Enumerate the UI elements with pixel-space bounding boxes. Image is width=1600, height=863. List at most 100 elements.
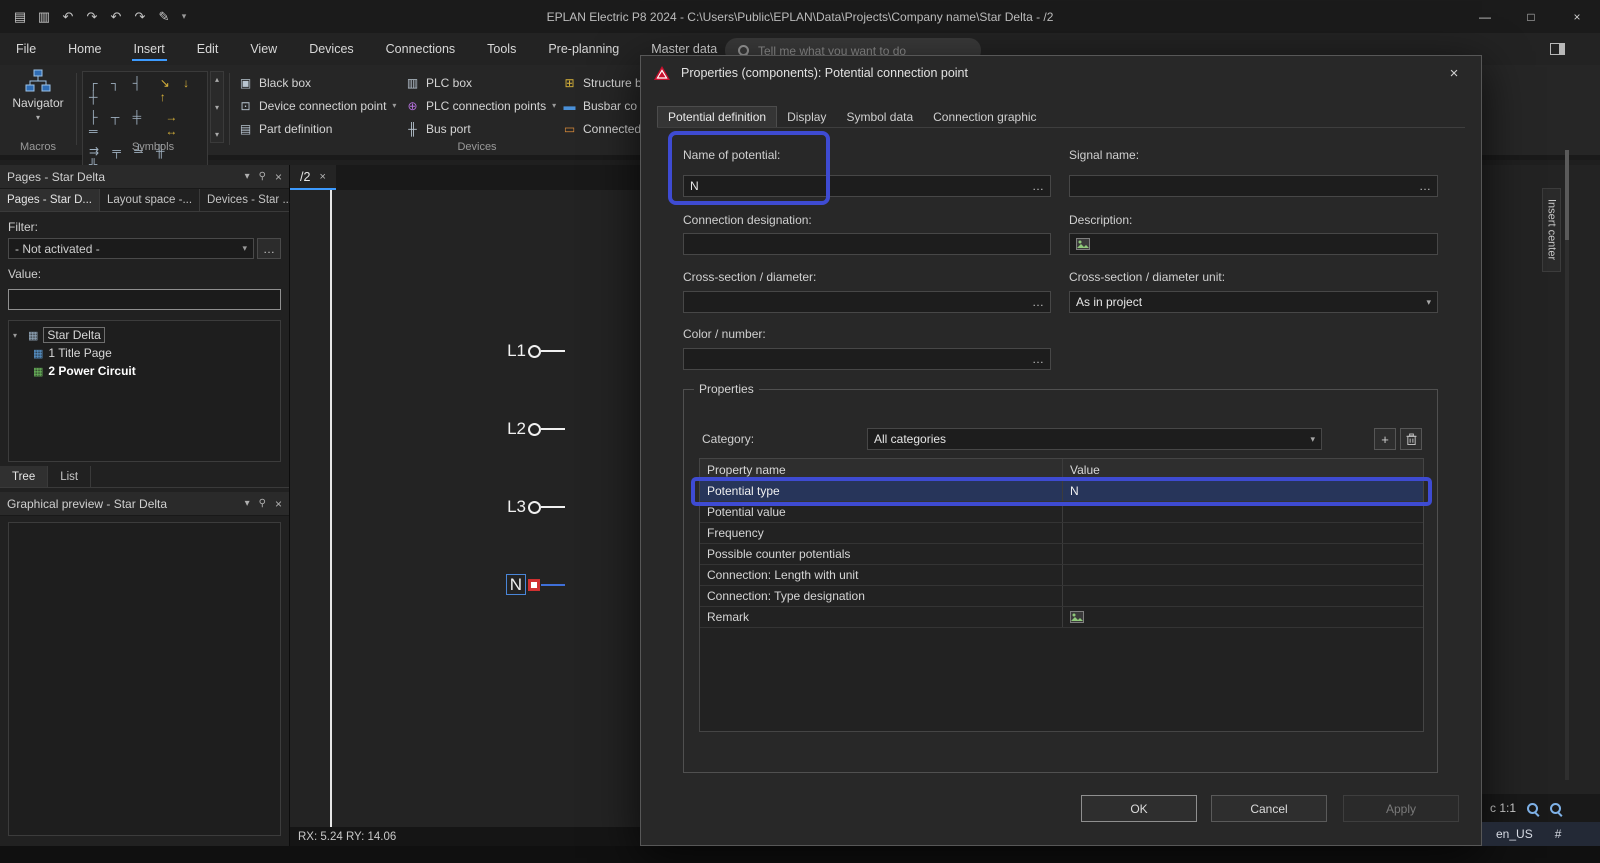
plc-box-button[interactable]: ▥ PLC box <box>405 73 556 92</box>
filter-select[interactable]: - Not activated - ▾ <box>8 238 254 259</box>
tab-edit[interactable]: Edit <box>181 33 235 65</box>
cancel-button[interactable]: Cancel <box>1211 795 1327 822</box>
tab-symbol-data[interactable]: Symbol data <box>836 106 923 127</box>
connection-designation-input[interactable] <box>690 237 1044 251</box>
tab-close-icon[interactable]: × <box>319 171 325 183</box>
tab-layout-space[interactable]: Layout space -... <box>100 189 201 211</box>
browse-icon[interactable]: … <box>1032 179 1044 193</box>
category-dropdown[interactable]: All categories ▾ <box>867 428 1322 450</box>
pin-icon[interactable]: ⚲ <box>259 498 266 509</box>
edit-macro-icon[interactable]: ✎ <box>154 6 174 28</box>
scroll-up-icon[interactable]: ▴ <box>215 75 219 84</box>
browse-icon[interactable]: … <box>1032 352 1044 366</box>
bus-port-button[interactable]: ╫ Bus port <box>405 119 556 138</box>
dialog-titlebar[interactable]: Properties (components): Potential conne… <box>641 56 1481 90</box>
browse-icon[interactable]: … <box>1419 179 1431 193</box>
tab-connections[interactable]: Connections <box>370 33 472 65</box>
property-value-cell[interactable] <box>1063 607 1423 627</box>
tab-devices-tree[interactable]: Devices - Star ... <box>200 189 301 211</box>
insert-center-tab[interactable]: Insert center <box>1542 188 1561 272</box>
tab-connection-graphic[interactable]: Connection graphic <box>923 106 1046 127</box>
delete-property-button[interactable] <box>1400 428 1422 450</box>
pages-tree[interactable]: ▾ ▦ Star Delta ▦ 1 Title Page ▦ 2 Power … <box>8 320 281 462</box>
language-indicator[interactable]: en_US <box>1496 827 1533 841</box>
symbol-gallery[interactable]: ┌ ┐ ┤ ┼↘ ↓ ↑ ├ ┬ ╪ ═→ ↔ ⇉ ╤ ╧ ╫ ╬ <box>82 71 208 177</box>
tab-pages[interactable]: Pages - Star D... <box>0 189 101 211</box>
property-value-cell[interactable]: N <box>1063 481 1423 501</box>
cross-section-input[interactable] <box>690 295 1027 309</box>
panel-toggle-button[interactable] <box>1548 41 1566 57</box>
tab-insert[interactable]: Insert <box>118 33 181 65</box>
tab-list[interactable]: List <box>48 466 92 487</box>
color-number-field[interactable]: … <box>683 348 1051 370</box>
table-row-possible-counter-potentials[interactable]: Possible counter potentials <box>700 544 1423 565</box>
maximize-button[interactable]: □ <box>1508 0 1554 33</box>
panel-close-icon[interactable]: × <box>275 497 282 511</box>
zoom-search-icon[interactable] <box>1549 802 1562 815</box>
minimize-button[interactable]: — <box>1462 0 1508 33</box>
navigator-button[interactable]: Navigator ▾ <box>6 69 70 122</box>
tree-node-power-circuit[interactable]: ▦ 2 Power Circuit <box>13 362 276 380</box>
potential-N-selected[interactable]: N <box>490 574 565 595</box>
qat-customize-caret-icon[interactable]: ▾ <box>178 6 190 28</box>
tab-display[interactable]: Display <box>777 106 836 127</box>
undo-list-icon[interactable]: ↶ <box>106 6 126 28</box>
filter-browse-button[interactable]: … <box>257 238 281 259</box>
scrollbar-thumb[interactable] <box>1565 150 1569 240</box>
table-row-connection-type[interactable]: Connection: Type designation <box>700 586 1423 607</box>
signal-name-field[interactable]: … <box>1069 175 1438 197</box>
tree-expand-icon[interactable]: ▾ <box>13 331 23 340</box>
preview-panel-header[interactable]: Graphical preview - Star Delta ▾ ⚲ × <box>0 492 289 516</box>
redo-icon[interactable]: ↷ <box>82 6 102 28</box>
new-page-icon[interactable]: ▤ <box>10 6 30 28</box>
property-value-cell[interactable] <box>1063 502 1423 522</box>
tree-node-title-page[interactable]: ▦ 1 Title Page <box>13 344 276 362</box>
table-row-connection-length[interactable]: Connection: Length with unit <box>700 565 1423 586</box>
connected-button[interactable]: ▭ Connected <box>562 119 642 138</box>
panel-close-icon[interactable]: × <box>275 170 282 184</box>
tab-file[interactable]: File <box>0 33 52 65</box>
connection-designation-field[interactable] <box>683 233 1051 255</box>
property-value-cell[interactable] <box>1063 565 1423 585</box>
dialog-close-button[interactable]: × <box>1439 59 1469 87</box>
zoom-icon[interactable] <box>1526 802 1539 815</box>
part-definition-button[interactable]: ▤ Part definition <box>238 119 396 138</box>
tab-tree[interactable]: Tree <box>0 466 49 487</box>
tab-pre-planning[interactable]: Pre-planning <box>532 33 635 65</box>
add-property-button[interactable]: + <box>1374 428 1396 450</box>
description-input[interactable] <box>1095 237 1431 251</box>
panel-menu-icon[interactable]: ▾ <box>245 498 250 509</box>
value-input[interactable] <box>8 289 281 310</box>
pin-icon[interactable]: ⚲ <box>259 171 266 182</box>
name-of-potential-field[interactable]: … <box>683 175 1051 197</box>
redo-list-icon[interactable]: ↷ <box>130 6 150 28</box>
table-row-remark[interactable]: Remark <box>700 607 1423 628</box>
signal-name-input[interactable] <box>1076 179 1414 193</box>
potential-L1[interactable]: L1 <box>490 341 565 361</box>
pages-panel-header[interactable]: Pages - Star Delta ▾ ⚲ × <box>0 165 289 189</box>
ok-button[interactable]: OK <box>1081 795 1197 822</box>
table-row-frequency[interactable]: Frequency <box>700 523 1423 544</box>
vertical-scrollbar[interactable] <box>1565 150 1569 780</box>
apply-button[interactable]: Apply <box>1343 795 1459 822</box>
property-value-cell[interactable] <box>1063 523 1423 543</box>
potential-L2[interactable]: L2 <box>490 419 565 439</box>
table-row-potential-type[interactable]: Potential type N <box>700 481 1423 502</box>
cross-section-unit-dropdown[interactable]: As in project ▾ <box>1069 291 1438 313</box>
tab-devices[interactable]: Devices <box>293 33 369 65</box>
scroll-down-icon[interactable]: ▾ <box>215 103 219 112</box>
property-value-cell[interactable] <box>1063 544 1423 564</box>
tree-node-project[interactable]: ▾ ▦ Star Delta <box>13 326 276 344</box>
symbol-gallery-scroll[interactable]: ▴ ▾ ▾ <box>210 71 224 143</box>
undo-icon[interactable]: ↶ <box>58 6 78 28</box>
close-button[interactable]: × <box>1554 0 1600 33</box>
drawing-canvas[interactable]: L1 L2 L3 N <box>290 190 640 827</box>
color-number-input[interactable] <box>690 352 1027 366</box>
black-box-button[interactable]: ▣ Black box <box>238 73 396 92</box>
copy-page-icon[interactable]: ▥ <box>34 6 54 28</box>
panel-menu-icon[interactable]: ▾ <box>245 171 250 182</box>
editor-tab-page2[interactable]: /2 × <box>290 165 336 190</box>
cross-section-field[interactable]: … <box>683 291 1051 313</box>
structure-box-button[interactable]: ⊞ Structure b <box>562 73 641 92</box>
browse-icon[interactable]: … <box>1032 295 1044 309</box>
